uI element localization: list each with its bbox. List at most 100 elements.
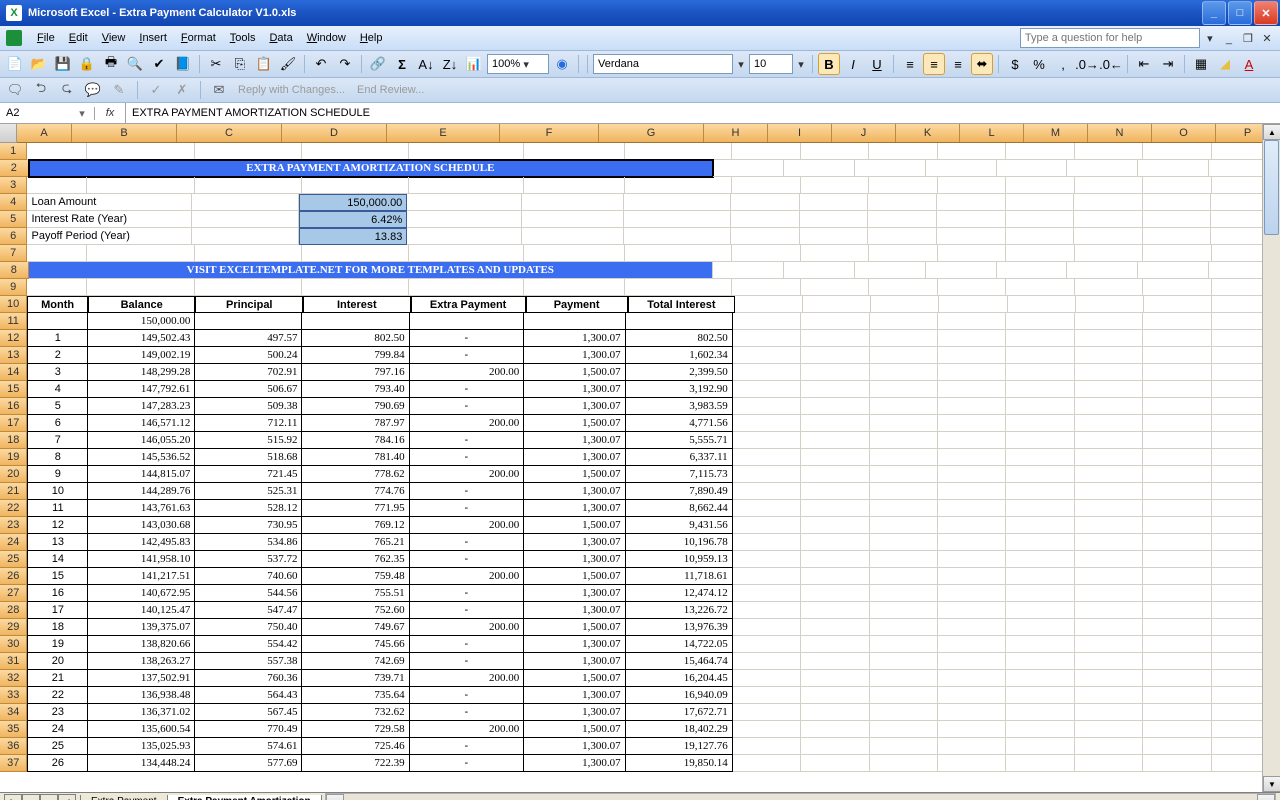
- table-cell[interactable]: 10: [27, 483, 88, 500]
- cell[interactable]: [1006, 432, 1074, 449]
- cell[interactable]: [1143, 466, 1211, 483]
- row-header[interactable]: 19: [0, 449, 27, 466]
- cell[interactable]: [784, 262, 855, 279]
- menu-tools[interactable]: Tools: [223, 30, 263, 46]
- cell-G7[interactable]: [625, 245, 732, 262]
- table-cell[interactable]: 13,226.72: [626, 602, 733, 619]
- cell[interactable]: [801, 568, 869, 585]
- table-cell[interactable]: 1: [27, 330, 88, 347]
- cell[interactable]: [1006, 534, 1074, 551]
- cell[interactable]: [801, 585, 869, 602]
- cell[interactable]: [855, 262, 926, 279]
- row-header[interactable]: 12: [0, 330, 27, 347]
- cell[interactable]: [1143, 602, 1211, 619]
- cell[interactable]: [1074, 211, 1143, 228]
- vertical-scrollbar[interactable]: ▲ ▼: [1262, 124, 1280, 792]
- col-header-A[interactable]: A: [17, 124, 72, 142]
- cell-C3[interactable]: [195, 177, 302, 194]
- table-cell[interactable]: 1,300.07: [524, 704, 625, 721]
- table-cell[interactable]: 554.42: [195, 636, 302, 653]
- help-button[interactable]: ◉: [551, 53, 573, 75]
- table-cell[interactable]: 2,399.50: [626, 364, 733, 381]
- cell-L7[interactable]: [1006, 245, 1074, 262]
- cell-E9[interactable]: [409, 279, 524, 296]
- cell-M1[interactable]: [1075, 143, 1143, 160]
- chart-wizard-button[interactable]: 📊: [463, 53, 485, 75]
- cell[interactable]: [801, 398, 869, 415]
- table-cell[interactable]: 136,371.02: [88, 704, 195, 721]
- row-header[interactable]: 23: [0, 517, 27, 534]
- cell[interactable]: [1006, 449, 1074, 466]
- cell[interactable]: [938, 449, 1006, 466]
- cell[interactable]: [801, 466, 869, 483]
- cell[interactable]: [1006, 619, 1074, 636]
- table-cell[interactable]: 19,127.76: [626, 738, 733, 755]
- cell[interactable]: [1143, 670, 1211, 687]
- table-cell[interactable]: 1,300.07: [524, 585, 625, 602]
- row-header[interactable]: 17: [0, 415, 27, 432]
- zoom-combo[interactable]: 100%▾: [487, 54, 549, 74]
- cell[interactable]: [870, 330, 938, 347]
- cell[interactable]: [938, 347, 1006, 364]
- row-header[interactable]: 31: [0, 653, 27, 670]
- menu-help[interactable]: Help: [353, 30, 390, 46]
- doc-minimize-button[interactable]: _: [1222, 33, 1236, 45]
- cell[interactable]: [801, 602, 869, 619]
- cell[interactable]: [1075, 415, 1143, 432]
- cell-M2[interactable]: [1067, 160, 1138, 177]
- cell-J9[interactable]: [869, 279, 937, 296]
- col-header-G[interactable]: G: [599, 124, 704, 142]
- table-cell[interactable]: 143,030.68: [88, 517, 195, 534]
- cell[interactable]: [733, 704, 801, 721]
- table-cell[interactable]: 802.50: [626, 330, 733, 347]
- cell[interactable]: [1075, 449, 1143, 466]
- cell[interactable]: [938, 619, 1006, 636]
- cell[interactable]: [407, 228, 522, 245]
- cell[interactable]: [1075, 738, 1143, 755]
- cell[interactable]: [1074, 194, 1143, 211]
- cell[interactable]: [1006, 415, 1074, 432]
- table-cell[interactable]: 10,959.13: [626, 551, 733, 568]
- cell[interactable]: [938, 432, 1006, 449]
- sort-desc-button[interactable]: Z↓: [439, 53, 461, 75]
- cell[interactable]: [870, 534, 938, 551]
- worksheet-grid[interactable]: ABCDEFGHIJKLMNOP 12EXTRA PAYMENT AMORTIZ…: [0, 124, 1280, 792]
- cell[interactable]: [1075, 670, 1143, 687]
- cell[interactable]: [939, 296, 1007, 313]
- row-header[interactable]: 5: [0, 211, 27, 228]
- table-cell[interactable]: 537.72: [195, 551, 302, 568]
- cell[interactable]: [870, 687, 938, 704]
- table-cell[interactable]: -: [410, 432, 525, 449]
- cell[interactable]: [522, 228, 624, 245]
- table-cell[interactable]: 24: [27, 721, 88, 738]
- cell-J7[interactable]: [869, 245, 937, 262]
- doc-close-button[interactable]: ✕: [1260, 32, 1274, 45]
- cell[interactable]: [1143, 211, 1212, 228]
- cell[interactable]: [1143, 347, 1211, 364]
- table-cell[interactable]: 525.31: [195, 483, 302, 500]
- table-cell[interactable]: -: [410, 738, 525, 755]
- cell[interactable]: [870, 500, 938, 517]
- cell[interactable]: [1006, 585, 1074, 602]
- cell[interactable]: [938, 381, 1006, 398]
- title-banner[interactable]: EXTRA PAYMENT AMORTIZATION SCHEDULE: [29, 160, 714, 177]
- table-cell[interactable]: 200.00: [410, 517, 525, 534]
- table-cell[interactable]: 146,055.20: [88, 432, 195, 449]
- table-cell[interactable]: 4: [27, 381, 88, 398]
- table-cell[interactable]: 755.51: [302, 585, 409, 602]
- cell[interactable]: [870, 568, 938, 585]
- cell[interactable]: [733, 636, 801, 653]
- row-header[interactable]: 8: [0, 262, 29, 279]
- cell-I7[interactable]: [801, 245, 869, 262]
- cell[interactable]: [870, 721, 938, 738]
- cell[interactable]: [1075, 398, 1143, 415]
- table-cell[interactable]: 26: [27, 755, 88, 772]
- row-header[interactable]: 18: [0, 432, 27, 449]
- doc-restore-button[interactable]: ❐: [1241, 32, 1255, 45]
- table-cell[interactable]: 1,500.07: [524, 619, 625, 636]
- cell[interactable]: [868, 228, 937, 245]
- cell[interactable]: [733, 755, 801, 772]
- table-header[interactable]: Balance: [88, 296, 196, 313]
- table-cell[interactable]: 140,125.47: [88, 602, 195, 619]
- cell[interactable]: [192, 228, 299, 245]
